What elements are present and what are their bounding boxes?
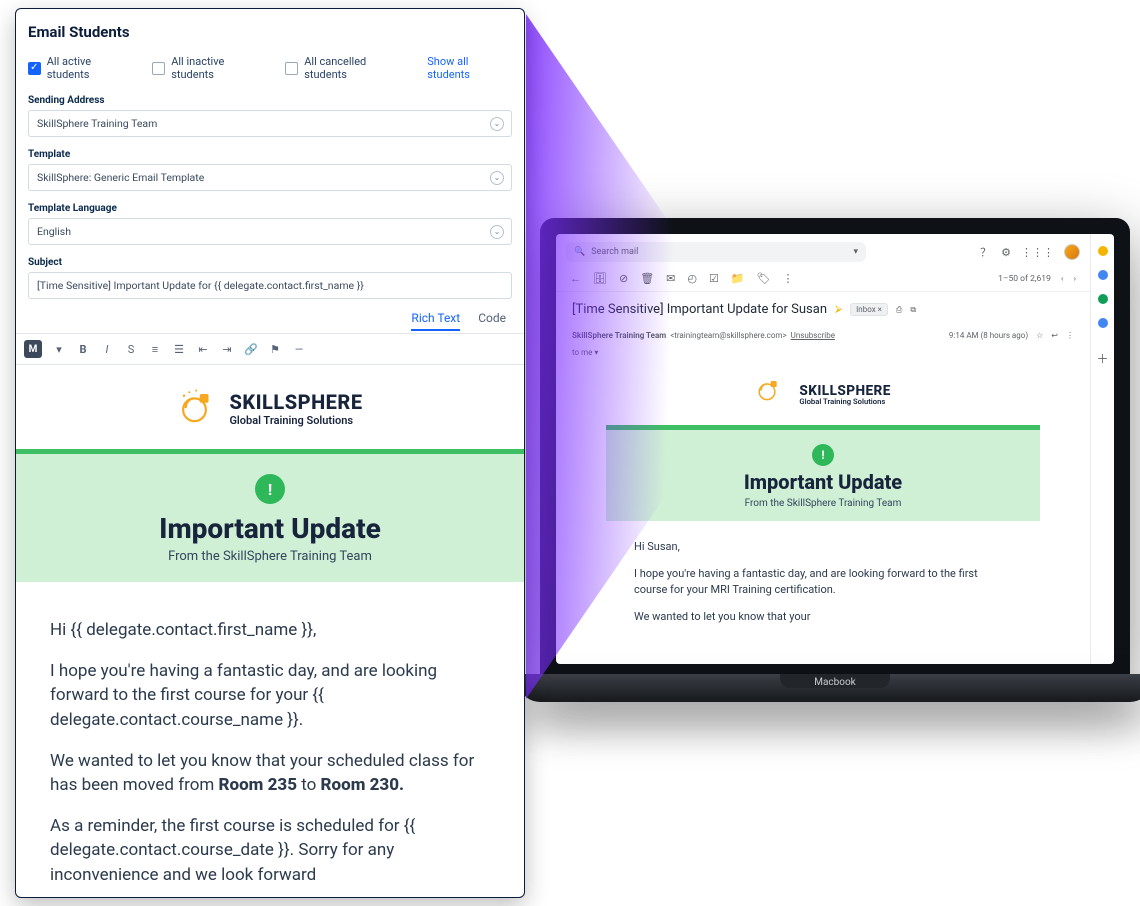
rendered-email-body: Hi Susan, I hope you're having a fantast… bbox=[606, 521, 1040, 625]
body-paragraph: As a reminder, the first course is sched… bbox=[50, 814, 490, 888]
checkbox-icon: ✓ bbox=[28, 62, 41, 75]
link-icon[interactable]: 🔗 bbox=[244, 343, 258, 356]
banner-subtitle: From the SkillSphere Training Team bbox=[614, 498, 1032, 509]
field-subject: Subject [Time Sensitive] Important Updat… bbox=[28, 257, 512, 299]
body-paragraph: We wanted to let you know that your sche… bbox=[50, 749, 490, 798]
laptop-base: Macbook bbox=[522, 674, 1140, 702]
inbox-sidebar: ＋ bbox=[1090, 234, 1114, 664]
laptop-label: Macbook bbox=[814, 677, 856, 688]
field-label: Subject bbox=[28, 257, 512, 268]
from-email: <trainingteam@skillsphere.com> bbox=[670, 331, 786, 340]
list-ol-icon[interactable]: ☰ bbox=[172, 343, 186, 356]
tab-rich-text[interactable]: Rich Text bbox=[411, 311, 460, 331]
gear-icon[interactable]: ⚙ bbox=[1001, 246, 1011, 259]
email-canvas[interactable]: SKILLSPHERE Global Training Solutions ! … bbox=[16, 365, 524, 898]
brand-logo: SKILLSPHERE Global Training Solutions bbox=[16, 387, 524, 429]
email-body[interactable]: Hi {{ delegate.contact.first_name }}, I … bbox=[16, 582, 524, 888]
panel-title: Email Students bbox=[28, 23, 512, 41]
bold-icon[interactable]: B bbox=[76, 343, 90, 356]
outdent-icon[interactable]: ⇤ bbox=[196, 343, 210, 356]
brand-mark-icon bbox=[755, 376, 791, 412]
email-banner: ! Important Update From the SkillSphere … bbox=[16, 449, 524, 582]
sending-address-select[interactable]: SkillSphere Training Team bbox=[28, 110, 512, 137]
apps-grid-icon[interactable]: ⋮⋮⋮ bbox=[1021, 246, 1054, 259]
field-label: Template bbox=[28, 149, 512, 160]
chevron-down-icon: ▾ bbox=[853, 247, 858, 257]
brand-name: SKILLSPHERE bbox=[799, 382, 890, 398]
indent-icon[interactable]: ⇥ bbox=[220, 343, 234, 356]
clock-icon[interactable]: ◴ bbox=[687, 272, 697, 285]
alert-icon: ! bbox=[255, 474, 285, 504]
field-sending-address: Sending Address SkillSphere Training Tea… bbox=[28, 95, 512, 137]
flag-icon[interactable]: ⚑ bbox=[268, 343, 282, 356]
banner-title: Important Update bbox=[26, 512, 514, 545]
checkbox-icon bbox=[285, 62, 298, 75]
field-label: Sending Address bbox=[28, 95, 512, 106]
banner-subtitle: From the SkillSphere Training Team bbox=[26, 549, 514, 564]
student-filter-row: ✓ All active students All inactive stude… bbox=[28, 55, 512, 81]
label-icon[interactable]: 🏷 bbox=[757, 272, 771, 285]
important-icon[interactable]: ⮚ bbox=[835, 304, 842, 315]
rich-text-toolbar: M ▾ B I S ≡ ☰ ⇤ ⇥ 🔗 ⚑ ― bbox=[16, 333, 524, 365]
sidebar-app-icon[interactable] bbox=[1098, 294, 1108, 304]
body-paragraph: I hope you're having a fantastic day, an… bbox=[50, 659, 490, 733]
alert-icon: ! bbox=[812, 444, 834, 466]
list-ul-icon[interactable]: ≡ bbox=[148, 343, 162, 356]
body-paragraph: I hope you're having a fantastic day, an… bbox=[634, 566, 1012, 599]
sidebar-app-icon[interactable] bbox=[1098, 318, 1108, 328]
message-time: 9:14 AM (8 hours ago) bbox=[949, 331, 1028, 340]
more-icon[interactable]: ⋮ bbox=[1066, 331, 1074, 340]
hr-icon[interactable]: ― bbox=[292, 343, 306, 356]
star-icon[interactable]: ☆ bbox=[1036, 331, 1043, 340]
unsubscribe-link[interactable]: Unsubscribe bbox=[791, 331, 835, 340]
show-all-students-link[interactable]: Show all students bbox=[427, 55, 512, 81]
brand-name: SKILLSPHERE bbox=[229, 390, 362, 414]
strike-icon[interactable]: S bbox=[124, 343, 138, 356]
help-icon[interactable]: ？ bbox=[980, 244, 991, 260]
message-count: 1–50 of 2,619 bbox=[998, 274, 1051, 284]
block-style-button[interactable]: M bbox=[24, 340, 42, 358]
add-icon[interactable]: ＋ bbox=[1096, 350, 1108, 367]
editor-tabs: Rich Text Code bbox=[28, 311, 512, 331]
brand-mark-icon bbox=[177, 387, 219, 429]
print-icon[interactable]: ⎙ bbox=[896, 305, 902, 315]
subject-input[interactable]: [Time Sensitive] Important Update for {{… bbox=[28, 272, 512, 299]
inbox-badge[interactable]: Inbox × bbox=[850, 303, 888, 316]
italic-icon[interactable]: I bbox=[100, 343, 114, 356]
filter-label: All active students bbox=[47, 55, 135, 81]
chevron-down-icon: ⌄ bbox=[490, 225, 504, 239]
prev-icon[interactable]: ‹ bbox=[1061, 274, 1064, 284]
greeting-line: Hi Susan, bbox=[634, 539, 1012, 556]
greeting-line: Hi {{ delegate.contact.first_name }}, bbox=[50, 618, 490, 643]
avatar[interactable] bbox=[1064, 244, 1080, 260]
checkbox-icon bbox=[152, 62, 165, 75]
field-template-language: Template Language English ⌄ bbox=[28, 203, 512, 245]
more-icon[interactable]: ⋮ bbox=[783, 272, 794, 285]
filter-label: All inactive students bbox=[171, 55, 267, 81]
filter-label: All cancelled students bbox=[304, 55, 409, 81]
task-icon[interactable]: ☑ bbox=[709, 272, 719, 285]
chevron-down-icon[interactable]: ▾ bbox=[52, 343, 66, 356]
filter-inactive-checkbox[interactable]: All inactive students bbox=[152, 55, 267, 81]
brand-logo: SKILLSPHERE Global Training Solutions bbox=[639, 376, 1008, 412]
filter-active-checkbox[interactable]: ✓ All active students bbox=[28, 55, 134, 81]
popout-icon[interactable]: ⧉ bbox=[910, 305, 916, 315]
reply-icon[interactable]: ↩ bbox=[1051, 331, 1058, 340]
brand-tagline: Global Training Solutions bbox=[229, 414, 362, 427]
tab-code[interactable]: Code bbox=[478, 311, 506, 331]
email-composer-panel: Email Students ✓ All active students All… bbox=[15, 8, 525, 898]
field-label: Template Language bbox=[28, 203, 512, 214]
chevron-down-icon: ⌄ bbox=[490, 171, 504, 185]
template-language-select[interactable]: English bbox=[28, 218, 512, 245]
sidebar-app-icon[interactable] bbox=[1098, 270, 1108, 280]
body-paragraph: We wanted to let you know that your bbox=[634, 609, 1012, 626]
filter-cancelled-checkbox[interactable]: All cancelled students bbox=[285, 55, 409, 81]
template-select[interactable]: SkillSphere: Generic Email Template bbox=[28, 164, 512, 191]
brand-tagline: Global Training Solutions bbox=[799, 398, 890, 407]
next-icon[interactable]: › bbox=[1073, 274, 1076, 284]
chevron-down-icon: ⌄ bbox=[490, 117, 504, 131]
field-template: Template SkillSphere: Generic Email Temp… bbox=[28, 149, 512, 191]
move-icon[interactable]: 📁 bbox=[731, 272, 745, 285]
sidebar-app-icon[interactable] bbox=[1098, 246, 1108, 256]
